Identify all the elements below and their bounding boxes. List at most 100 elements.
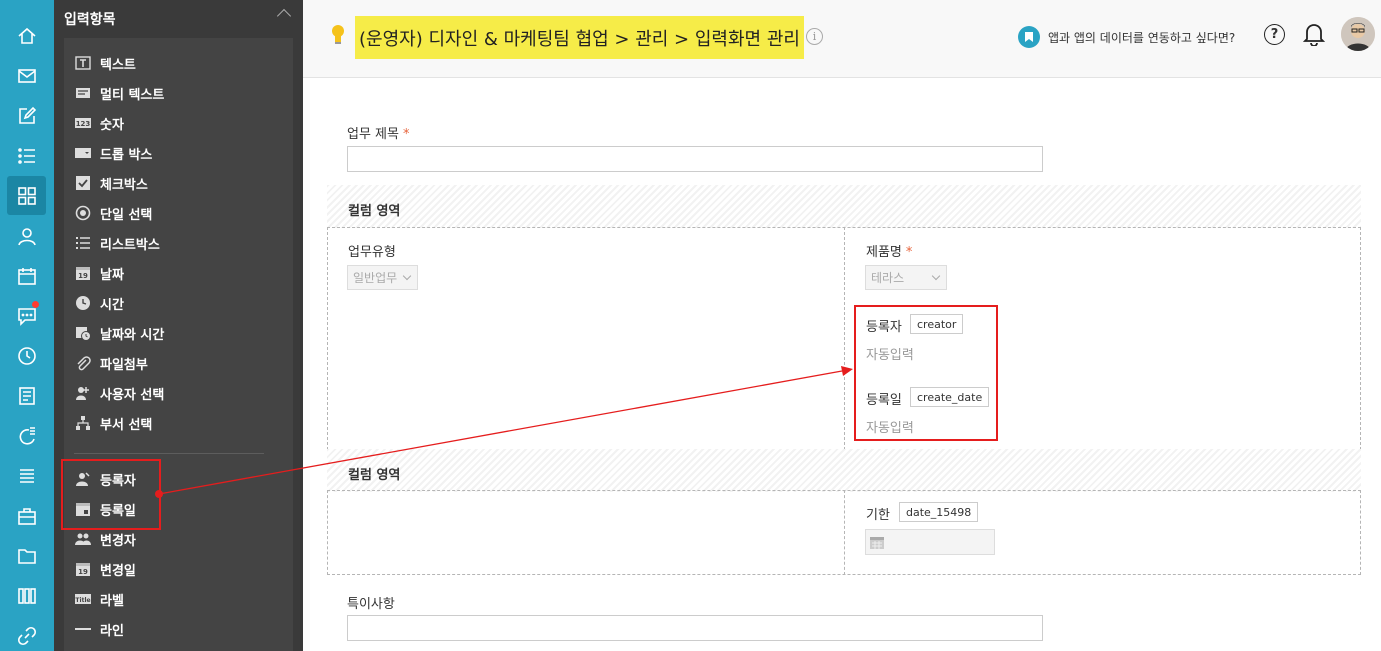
panel-item-line[interactable]: 라인: [64, 614, 293, 644]
work-type-value: 일반업무: [353, 271, 398, 285]
svg-text:19: 19: [78, 568, 88, 576]
svg-text:Title: Title: [75, 597, 90, 604]
panel-list: 텍스트 멀티 텍스트 123 숫자 드롭 박스 체크박스 단일 선택 리스트박스 …: [64, 38, 293, 651]
panel-item-number[interactable]: 123 숫자: [64, 108, 293, 138]
panel-item-datetime[interactable]: 날짜와 시간: [64, 318, 293, 348]
panel-item-label: 라벨: [100, 593, 124, 609]
report-icon[interactable]: [7, 416, 46, 455]
panel-item-listbox[interactable]: 리스트박스: [64, 228, 293, 258]
time-icon: [74, 295, 91, 312]
column-divider: [844, 227, 845, 450]
calendar-icon[interactable]: [7, 256, 46, 295]
svg-text:123: 123: [75, 120, 90, 128]
department-icon: [74, 415, 91, 432]
column-area-title: 컬럼 영역: [348, 204, 401, 219]
app-rail: [0, 0, 54, 651]
input-items-panel: 입력항목 텍스트 멀티 텍스트 123 숫자 드롭 박스 체크박스 단일 선택 리…: [54, 0, 303, 651]
board-icon[interactable]: [7, 376, 46, 415]
panel-item-label: 멀티 텍스트: [100, 87, 165, 103]
panel-item-department[interactable]: 부서 선택: [64, 408, 293, 438]
panel-item-label: 사용자 선택: [100, 387, 165, 403]
bell-icon[interactable]: [1303, 22, 1325, 46]
required-mark: *: [402, 127, 410, 142]
multi-text-icon: [74, 85, 91, 102]
panel-divider: [74, 453, 264, 454]
datetime-icon: [74, 325, 91, 342]
chat-icon[interactable]: [7, 296, 46, 335]
panel-item-label: 리스트박스: [100, 237, 160, 253]
column-divider: [844, 490, 845, 575]
panel-item-label: 파일첨부: [100, 357, 148, 373]
panel-item-label-field[interactable]: Title 라벨: [64, 584, 293, 614]
panel-item-text[interactable]: 텍스트: [64, 48, 293, 78]
home-icon[interactable]: [7, 16, 46, 55]
checkbox-icon: [74, 175, 91, 192]
list-stack-icon[interactable]: [7, 456, 46, 495]
folder-icon[interactable]: [7, 536, 46, 575]
chevron-down-icon: [402, 271, 412, 281]
panel-item-dropbox[interactable]: 드롭 박스: [64, 138, 293, 168]
briefcase-icon[interactable]: [7, 496, 46, 535]
attachment-icon: [74, 355, 91, 372]
due-label: 기한: [866, 508, 890, 523]
text-field-icon: [74, 55, 91, 72]
notification-badge: [32, 301, 39, 308]
product-value: 테라스: [871, 271, 905, 285]
panel-item-modified-date[interactable]: 19 변경일: [64, 554, 293, 584]
due-date-input[interactable]: [865, 529, 995, 555]
lightbulb-icon: [332, 25, 344, 44]
highlight-box: [61, 459, 161, 530]
panel-item-multi-text[interactable]: 멀티 텍스트: [64, 78, 293, 108]
label-icon: Title: [74, 591, 91, 608]
panel-item-label: 시간: [100, 297, 124, 313]
dropbox-icon: [74, 145, 91, 162]
line-icon: [74, 621, 91, 638]
panel-item-time[interactable]: 시간: [64, 288, 293, 318]
link-icon[interactable]: [7, 616, 46, 651]
user-icon[interactable]: [7, 216, 46, 255]
panel-item-radio[interactable]: 단일 선택: [64, 198, 293, 228]
product-label: 제품명 *: [866, 245, 913, 260]
panel-item-attachment[interactable]: 파일첨부: [64, 348, 293, 378]
panel-item-label: 라인: [100, 623, 124, 639]
work-type-select[interactable]: 일반업무: [347, 265, 418, 290]
panel-title: 입력항목: [64, 12, 116, 28]
help-icon[interactable]: ?: [1264, 24, 1285, 45]
task-list-icon[interactable]: [7, 136, 46, 175]
panel-item-checkbox[interactable]: 체크박스: [64, 168, 293, 198]
bookmark-icon[interactable]: [1018, 26, 1040, 48]
edit-icon[interactable]: [7, 96, 46, 135]
notes-input[interactable]: [347, 615, 1043, 641]
avatar[interactable]: [1341, 17, 1375, 51]
panel-item-label: 변경자: [100, 533, 136, 549]
clock-icon[interactable]: [7, 336, 46, 375]
archive-icon[interactable]: [7, 576, 46, 615]
panel-item-label: 변경일: [100, 563, 136, 579]
panel-item-user-select[interactable]: 사용자 선택: [64, 378, 293, 408]
column-area-header: [327, 449, 1361, 492]
chevron-down-icon: [931, 271, 941, 281]
mail-icon[interactable]: [7, 56, 46, 95]
breadcrumb: (운영자) 디자인 & 마케팅팀 협업 > 관리 > 입력화면 관리: [355, 16, 804, 59]
integration-link[interactable]: 앱과 앱의 데이터를 연동하고 싶다면?: [1048, 29, 1235, 46]
user-select-icon: [74, 385, 91, 402]
info-icon[interactable]: i: [806, 28, 823, 45]
due-tag: date_15498: [899, 502, 979, 522]
collapse-icon[interactable]: [276, 8, 292, 24]
apps-grid-icon[interactable]: [7, 176, 46, 215]
calendar-icon[interactable]: [869, 534, 885, 550]
title-input[interactable]: [347, 146, 1043, 172]
notes-label: 특이사항: [347, 597, 395, 612]
number-icon: 123: [74, 115, 91, 132]
top-header: (운영자) 디자인 & 마케팅팀 협업 > 관리 > 입력화면 관리 i 앱과 …: [303, 0, 1381, 78]
column-area-header: [327, 185, 1361, 228]
product-select[interactable]: 테라스: [865, 265, 947, 290]
modified-date-icon: 19: [74, 561, 91, 578]
radio-icon: [74, 205, 91, 222]
panel-item-label: 텍스트: [100, 57, 136, 73]
panel-item-label: 드롭 박스: [100, 147, 153, 163]
panel-item-label: 부서 선택: [100, 417, 153, 433]
date-icon: 19: [74, 265, 91, 282]
panel-item-date[interactable]: 19 날짜: [64, 258, 293, 288]
panel-item-label: 단일 선택: [100, 207, 153, 223]
